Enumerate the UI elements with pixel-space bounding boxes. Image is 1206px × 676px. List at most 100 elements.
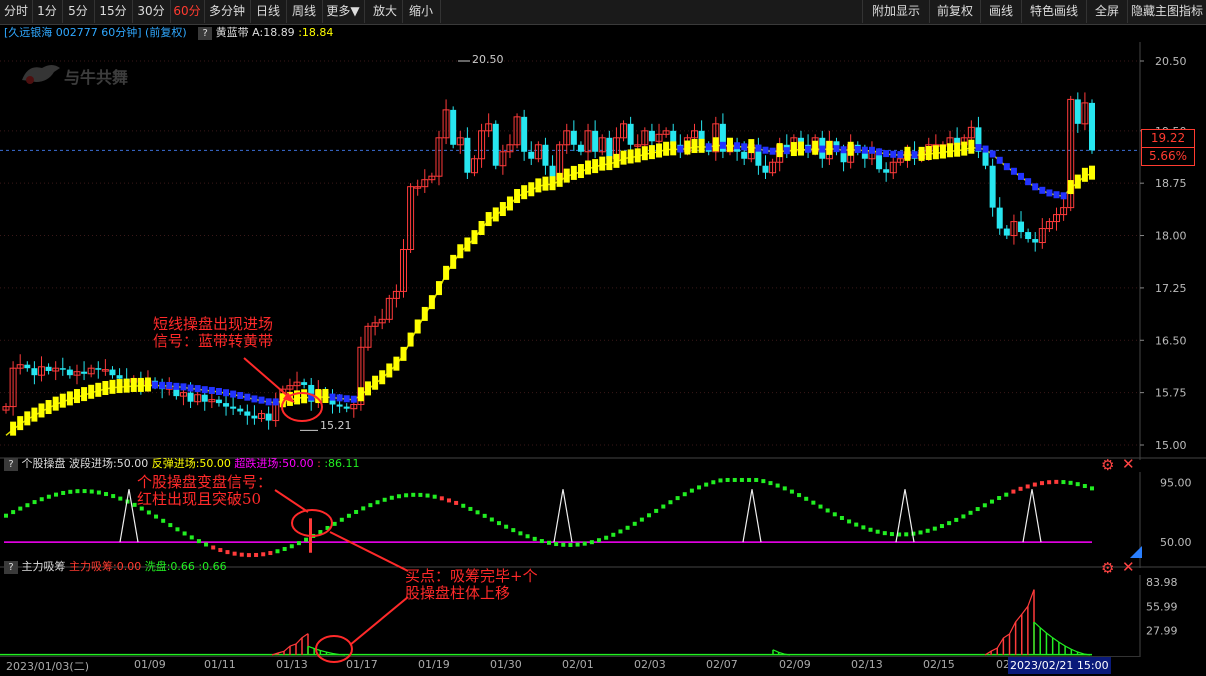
indicator1-mark (332, 521, 337, 526)
toolbar-button-4[interactable]: 30分 (132, 0, 171, 23)
indicator1-mark (54, 492, 59, 497)
indicator1-mark (561, 542, 566, 547)
indicator2-value: :0.66 (198, 560, 227, 573)
candle-body (648, 130, 655, 142)
indicator1-mark (761, 479, 766, 484)
price-tick: 20.50 (1155, 55, 1187, 68)
indicator1-mark (1068, 480, 1073, 485)
band-segment (244, 393, 251, 401)
indicator1-mark (282, 546, 287, 551)
annotation-change-signal: 个股操盘变盘信号： 红柱出现且突破50 (137, 474, 272, 508)
indicator1-mark (454, 500, 459, 505)
toolbar-button-3[interactable]: 15分 (94, 0, 133, 23)
indicator1-mark (811, 500, 816, 505)
candle-body (81, 371, 88, 374)
toolbar-button-9[interactable]: 更多▼ (322, 0, 365, 23)
indicator1-mark (225, 550, 230, 555)
indicator1-rebound: 反弹进场:50.00 (151, 457, 231, 470)
toolbar-button-8[interactable]: 周线 (286, 0, 323, 23)
band-segment (443, 265, 450, 280)
toolbar-right-button-5[interactable]: 隐藏主图指标 (1127, 0, 1206, 23)
band-segment (861, 146, 868, 154)
indicator1-mark (189, 535, 194, 540)
annotation-buy-point: 买点：吸筹完毕+个 股操盘柱体上移 (405, 568, 538, 602)
indicator1-mark (725, 477, 730, 482)
toolbar-button-5[interactable]: 60分 (170, 0, 205, 23)
toolbar-button-10[interactable]: 放大 (368, 0, 403, 23)
indicator1-mark (161, 518, 166, 523)
indicator1-mark (254, 552, 259, 557)
toolbar-button-11[interactable]: 缩小 (402, 0, 441, 23)
band-segment (464, 237, 471, 252)
band-segment (116, 379, 123, 394)
band-segment (684, 140, 691, 155)
band-segment (769, 147, 776, 155)
toolbar-right-button-3[interactable]: 特色画线 (1021, 0, 1087, 23)
band-segment (24, 411, 31, 426)
band-segment (705, 143, 712, 151)
toolbar-button-7[interactable]: 日线 (250, 0, 287, 23)
date-label: 01/30 (490, 658, 522, 671)
band-segment (59, 393, 66, 408)
band-segment (365, 381, 371, 396)
close-icon[interactable]: ✕ (1122, 558, 1135, 576)
band-segment (393, 356, 400, 371)
band-segment (471, 230, 478, 245)
indicator1-mark (568, 542, 573, 547)
indicator1-mark (218, 548, 223, 553)
band-segment (506, 196, 513, 211)
band-segment (499, 202, 506, 217)
indicator1-mark (625, 525, 630, 530)
indicator1-mark (361, 506, 366, 511)
toolbar-right-button-0[interactable]: 附加显示 (862, 0, 930, 23)
indicator1-mark (1090, 486, 1094, 491)
candle-body (528, 151, 535, 159)
toolbar-button-0[interactable]: 分时 (0, 0, 33, 23)
toolbar-right-button-1[interactable]: 前复权 (929, 0, 981, 23)
indicator1-mark (932, 526, 937, 531)
band-segment (847, 141, 854, 156)
indicator2-chart[interactable]: 27.99 55.99 83.98 (0, 575, 1206, 657)
indicator2-outline (1033, 621, 1091, 656)
annotation-text-1b: 信号：蓝带转黄带 (153, 332, 274, 350)
candlestick-chart[interactable]: 15.0015.7516.5017.2518.0018.7519.5020.50 (0, 42, 1206, 460)
band-segment (215, 387, 222, 395)
band-segment (450, 254, 457, 269)
candle-body (627, 123, 634, 145)
close-icon[interactable]: ✕ (1122, 455, 1135, 473)
toolbar-button-6[interactable]: 多分钟 (204, 0, 251, 23)
indicator1-help-button[interactable]: ? (4, 457, 18, 471)
indicator1-mark (75, 489, 80, 494)
date-label: 01/09 (134, 658, 166, 671)
date-label: 02/15 (923, 658, 955, 671)
annotation-text-3a: 买点：吸筹完毕+个 (405, 567, 538, 585)
indicator1-tick: 50.00 (1160, 536, 1192, 549)
indicator1-mark (847, 519, 852, 524)
toolbar-right-button-4[interactable]: 全屏 (1086, 0, 1128, 23)
candle-body (577, 144, 584, 152)
band-segment (1046, 189, 1053, 197)
band-segment (989, 150, 996, 158)
candle-body (223, 403, 230, 407)
indicator1-mark (325, 525, 330, 530)
price-tick: 18.00 (1155, 230, 1187, 243)
band-segment (698, 138, 705, 153)
low-price-label: 15.21 (320, 419, 352, 432)
band-segment (38, 403, 45, 418)
period-toolbar: 分时 1分 5分 15分 30分 60分 多分钟 日线 周线 更多▼ 放大 缩小 附加显示 前复权 画线 特色… (0, 0, 1206, 25)
indicator1-mark (154, 514, 159, 519)
toolbar-button-2[interactable]: 5分 (62, 0, 95, 23)
indicator1-mark (261, 552, 266, 557)
toolbar-button-1[interactable]: 1分 (32, 0, 63, 23)
indicator1-mark (882, 531, 887, 536)
toolbar-right-button-2[interactable]: 画线 (980, 0, 1022, 23)
indicator2-tick: 55.99 (1146, 600, 1178, 613)
band-segment (102, 381, 109, 396)
band-segment (350, 395, 357, 403)
indicator2-help-button[interactable]: ? (4, 560, 18, 574)
indicator1-mark (682, 492, 687, 497)
band-segment (315, 389, 322, 404)
indicator1-mark (368, 503, 373, 508)
help-button[interactable]: ? (198, 26, 213, 40)
band-segment (691, 139, 698, 154)
